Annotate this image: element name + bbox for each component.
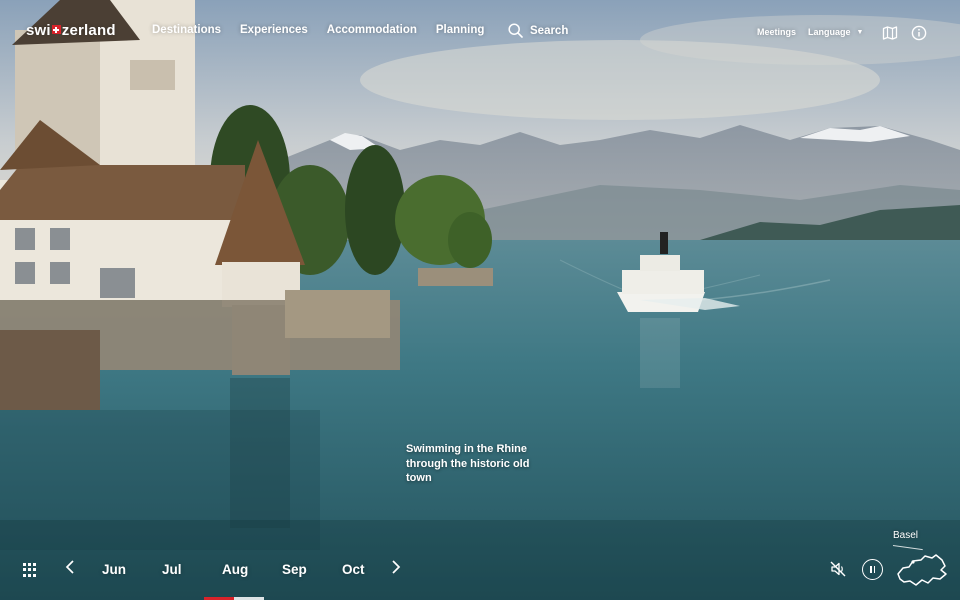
chevron-left-icon bbox=[65, 560, 74, 574]
grid-icon-dot bbox=[23, 573, 26, 577]
grid-icon-dot bbox=[33, 573, 36, 577]
info-button[interactable] bbox=[910, 24, 928, 42]
pause-icon bbox=[869, 566, 872, 573]
swiss-cross-icon bbox=[51, 25, 61, 34]
main-menu: Destinations Experiences Accommodation P… bbox=[152, 24, 484, 36]
grid-icon-dot bbox=[28, 573, 31, 577]
grid-icon-dot bbox=[33, 563, 36, 566]
switzerland-map-button[interactable] bbox=[895, 552, 949, 588]
month-jun[interactable]: Jun bbox=[96, 562, 156, 577]
month-timeline: Jun Jul Aug Sep Oct bbox=[96, 562, 396, 577]
chevron-down-icon: ▼ bbox=[856, 28, 864, 36]
logo-text-prefix: swi bbox=[26, 22, 51, 39]
month-sep[interactable]: Sep bbox=[276, 562, 336, 577]
nav-destinations[interactable]: Destinations bbox=[152, 24, 221, 36]
meetings-link[interactable]: Meetings bbox=[757, 27, 796, 37]
language-selector[interactable]: Language ▼ bbox=[808, 27, 863, 37]
location-label: Basel bbox=[893, 530, 919, 541]
pause-button[interactable] bbox=[862, 559, 883, 580]
grid-icon-dot bbox=[33, 568, 36, 572]
video-caption: Swimming in the Rhine through the histor… bbox=[406, 443, 530, 484]
sound-muted-icon bbox=[830, 561, 846, 577]
month-jul[interactable]: Jul bbox=[156, 562, 216, 577]
grid-icon-dot bbox=[28, 568, 31, 572]
map-icon bbox=[882, 26, 898, 40]
logo-text-suffix: zerland bbox=[61, 22, 116, 39]
switzerland-logo[interactable]: swi zerland bbox=[26, 22, 116, 39]
search-icon bbox=[508, 23, 523, 38]
search-label: Search bbox=[530, 24, 569, 37]
next-month-button[interactable] bbox=[391, 559, 401, 579]
pause-icon-bar bbox=[873, 566, 876, 573]
grid-icon bbox=[23, 563, 26, 566]
map-button[interactable] bbox=[881, 24, 899, 42]
top-navigation: swi zerland Destinations Experiences Acco… bbox=[0, 0, 960, 64]
info-icon bbox=[911, 25, 927, 41]
switzerland-map-icon bbox=[897, 554, 947, 586]
mute-button[interactable] bbox=[829, 560, 847, 578]
nav-accommodation[interactable]: Accommodation bbox=[327, 24, 417, 36]
grid-icon-dot bbox=[28, 563, 31, 566]
month-aug-active[interactable]: Aug bbox=[216, 562, 276, 577]
nav-experiences[interactable]: Experiences bbox=[240, 24, 308, 36]
grid-icon-dot bbox=[23, 568, 26, 572]
bottom-controls: Jun Jul Aug Sep Oct bbox=[0, 548, 960, 600]
chevron-right-icon bbox=[392, 560, 401, 574]
hero-background-image bbox=[0, 0, 960, 600]
month-oct[interactable]: Oct bbox=[336, 562, 396, 577]
language-label: Language bbox=[808, 27, 851, 37]
previous-month-button[interactable] bbox=[65, 559, 75, 579]
search-button[interactable]: Search bbox=[508, 23, 568, 38]
grid-menu-button[interactable] bbox=[23, 563, 37, 577]
nav-planning[interactable]: Planning bbox=[436, 24, 485, 36]
